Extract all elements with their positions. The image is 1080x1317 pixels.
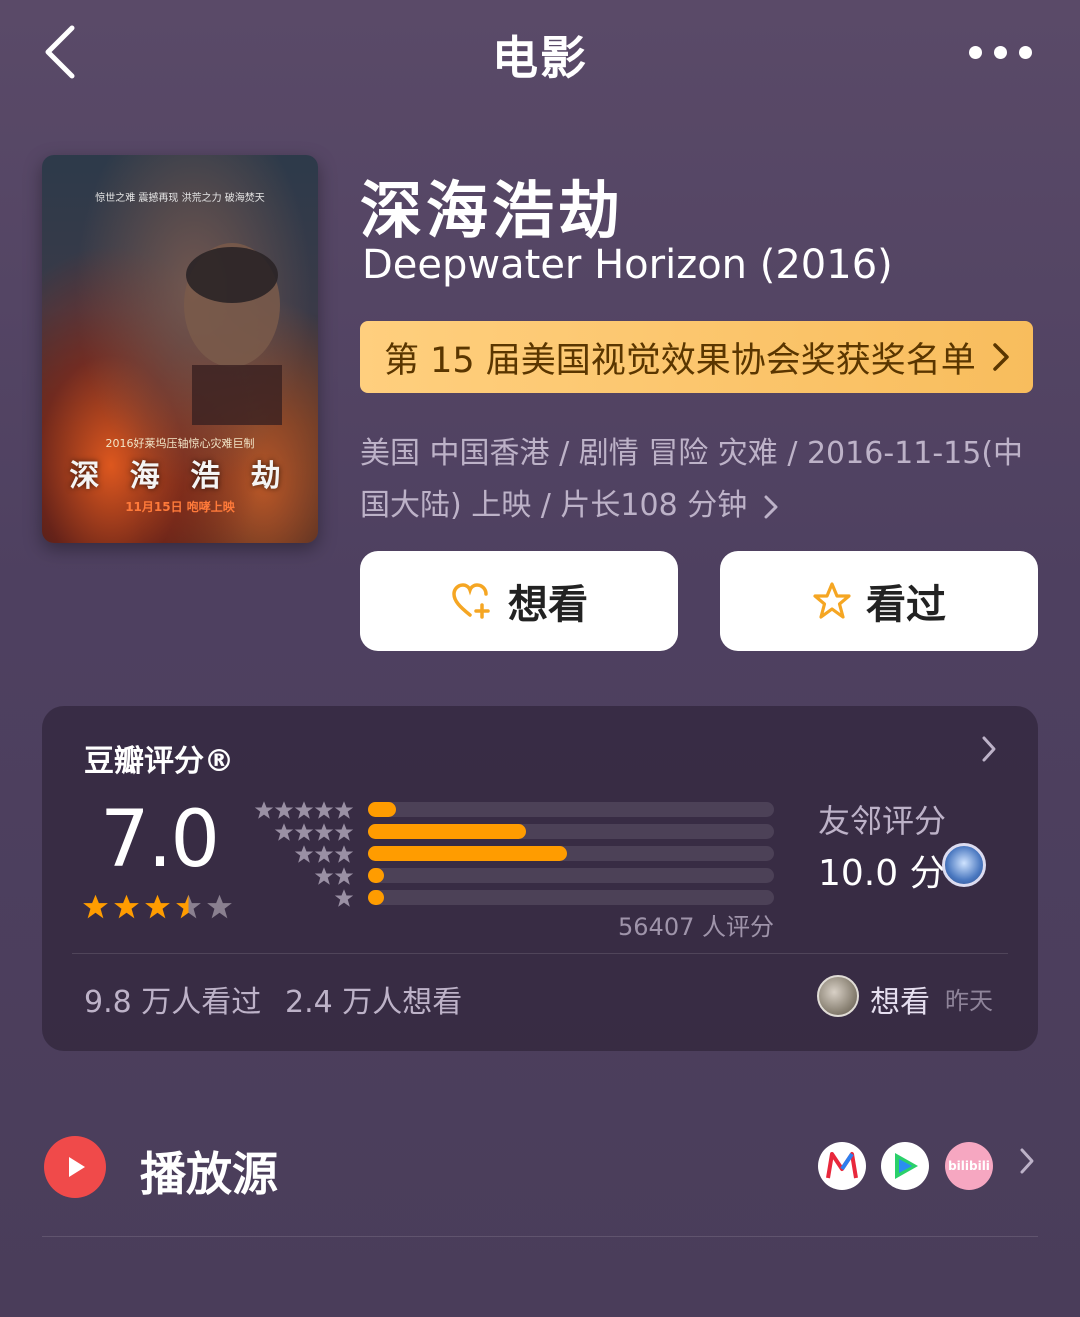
distribution-stars-3 (250, 844, 354, 864)
distribution-bar-4 (368, 824, 774, 839)
bilibili-icon[interactable]: bilibili (945, 1142, 993, 1190)
distribution-bar-fill (368, 802, 397, 817)
want-label: 想看 (508, 582, 588, 628)
poster-subtitle: 2016好莱坞压轴惊心灾难巨制 (105, 437, 255, 450)
distribution-bar-fill (368, 890, 385, 905)
friend-avatar[interactable] (942, 843, 986, 887)
star-icon (334, 889, 354, 907)
watched-button[interactable]: 看过 (720, 551, 1038, 651)
user-status-time: 昨天 (945, 987, 993, 1015)
distribution-bar-1 (368, 890, 774, 905)
meta-line-1: 美国 中国香港 / 剧情 冒险 灾难 / 2016-11-15(中 (360, 436, 1024, 471)
poster-tagline: 惊世之难 震撼再现 洪荒之力 破海焚天 (95, 193, 265, 204)
friend-rating-score: 10.0 分 (818, 853, 946, 894)
chevron-right-icon (764, 495, 778, 518)
rating-header: 豆瓣评分® (84, 744, 234, 779)
distribution-bar-fill (368, 868, 385, 883)
youku-icon[interactable] (818, 1142, 866, 1190)
divider (42, 1236, 1038, 1237)
star-icon (176, 894, 201, 919)
movie-poster[interactable]: 惊世之难 震撼再现 洪荒之力 破海焚天 2016好莱坞压轴惊心灾难巨制 深 海 … (42, 155, 318, 543)
distribution-stars-5 (250, 800, 354, 820)
star-icon (334, 867, 354, 885)
distribution-stars-2 (250, 866, 354, 886)
chevron-right-icon[interactable] (1018, 1146, 1036, 1176)
tencent-video-icon[interactable] (881, 1142, 929, 1190)
star-icon (207, 894, 232, 919)
seen-label: 看过 (866, 582, 946, 628)
meta-line-2: 国大陆) 上映 / 片长108 分钟 (360, 488, 748, 523)
user-avatar[interactable] (817, 975, 859, 1017)
distribution-bar-3 (368, 846, 774, 861)
poster-face-image (184, 243, 282, 425)
movie-title-en: Deepwater Horizon (2016) (362, 242, 893, 288)
star-icon (314, 845, 334, 863)
award-banner[interactable]: 第 15 届美国视觉效果协会奖获奖名单 (360, 321, 1033, 393)
movie-meta[interactable]: 美国 中国香港 / 剧情 冒险 灾难 / 2016-11-15(中 国大陆) 上… (360, 428, 1030, 532)
star-icon (254, 801, 274, 819)
star-icon (314, 823, 334, 841)
user-status: 想看 (870, 985, 930, 1020)
want-to-watch-button[interactable]: 想看 (360, 551, 678, 651)
distribution-bar-2 (368, 868, 774, 883)
star-icon (334, 845, 354, 863)
star-icon (294, 845, 314, 863)
star-icon (314, 867, 334, 885)
rating-score: 7.0 (100, 795, 220, 885)
distribution-bar-fill (368, 824, 527, 839)
star-icon (294, 823, 314, 841)
distribution-stars-1 (250, 888, 354, 908)
star-icon (145, 894, 170, 919)
more-icon[interactable] (960, 30, 1040, 74)
star-icon (83, 894, 108, 919)
page-title: 电影 (492, 31, 588, 85)
distribution-bar-fill (368, 846, 567, 861)
chevron-right-icon (993, 343, 1009, 371)
star-icon (334, 801, 354, 819)
star-icon (314, 801, 334, 819)
play-source-label: 播放源 (140, 1147, 278, 1201)
friend-rating-label: 友邻评分 (818, 802, 947, 840)
seen-count: 9.8 万人看过 (84, 985, 262, 1020)
award-label: 第 15 届美国视觉效果协会奖获奖名单 (384, 340, 976, 381)
distribution-bar-5 (368, 802, 774, 817)
want-count: 2.4 万人想看 (285, 985, 463, 1020)
star-icon (274, 801, 294, 819)
heart-plus-icon (452, 583, 490, 619)
star-outline-icon (813, 582, 851, 619)
star-icon (274, 823, 294, 841)
movie-title-cn: 深海浩劫 (360, 174, 625, 247)
distribution-stars-4 (250, 822, 354, 842)
divider (72, 953, 1008, 954)
chevron-right-icon[interactable] (980, 734, 998, 764)
star-icon (114, 894, 139, 919)
star-icon (294, 801, 314, 819)
play-icon[interactable] (44, 1136, 106, 1198)
poster-date: 11月15日 咆哮上映 (125, 500, 235, 514)
ratings-count: 56407 人评分 (618, 913, 774, 941)
rating-stars (82, 893, 233, 920)
star-icon (334, 823, 354, 841)
poster-title: 深 海 浩 劫 (69, 459, 291, 494)
